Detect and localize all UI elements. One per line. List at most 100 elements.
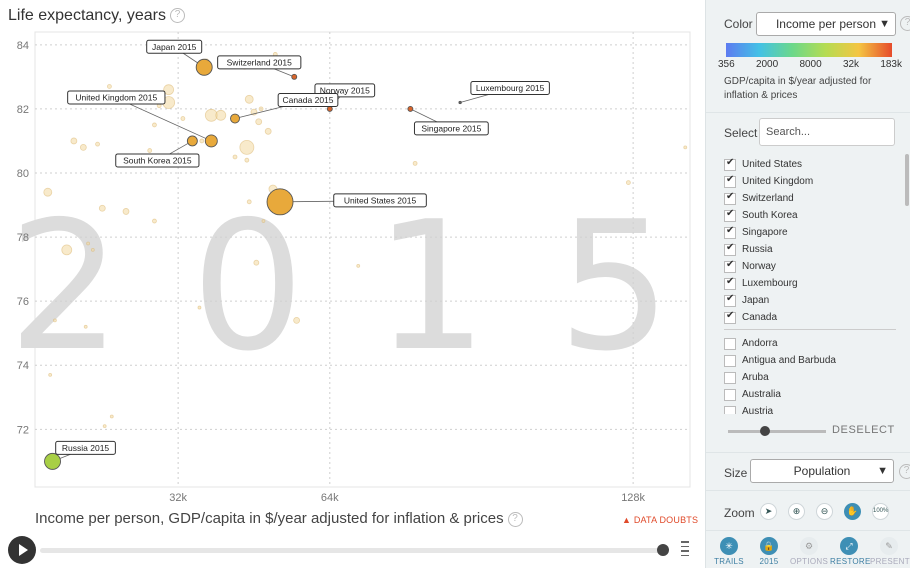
background-bubble[interactable]: [180, 116, 186, 121]
background-bubble[interactable]: [53, 318, 57, 323]
background-bubble[interactable]: [244, 157, 250, 163]
checkbox-unchecked[interactable]: [724, 337, 736, 350]
speed-icon[interactable]: [681, 538, 691, 560]
country-item[interactable]: Japan: [724, 292, 896, 309]
background-bubble[interactable]: [95, 141, 100, 147]
background-bubble[interactable]: [199, 138, 205, 144]
y-axis-title[interactable]: Life expectancy, years?: [8, 7, 186, 25]
background-bubble[interactable]: [83, 324, 88, 329]
country-bubble[interactable]: [266, 188, 294, 216]
checkbox-checked[interactable]: [724, 157, 736, 171]
country-item[interactable]: Aruba: [724, 369, 896, 386]
background-bubble[interactable]: [90, 247, 95, 252]
background-bubble[interactable]: [255, 118, 263, 126]
color-legend-gradient[interactable]: [726, 43, 892, 57]
background-bubble[interactable]: [293, 316, 301, 324]
background-bubble[interactable]: [107, 84, 112, 89]
checkbox-checked[interactable]: [724, 293, 736, 307]
background-bubble[interactable]: [109, 414, 114, 419]
2015-button[interactable]: 🔒 2015: [750, 537, 788, 566]
restore-button[interactable]: ⤢ RESTORE: [830, 537, 870, 566]
list-scrollbar[interactable]: [905, 154, 909, 206]
zoom-out-icon[interactable]: ⊖: [816, 503, 833, 520]
background-bubble[interactable]: [98, 204, 106, 212]
country-item[interactable]: Norway: [724, 258, 896, 275]
background-bubble[interactable]: [147, 148, 153, 153]
checkbox-checked[interactable]: [724, 191, 736, 205]
country-bubble[interactable]: [204, 134, 218, 148]
deselect-button[interactable]: DESELECT: [832, 424, 895, 436]
checkbox-unchecked[interactable]: [724, 405, 736, 414]
background-bubble[interactable]: [48, 372, 53, 377]
background-bubble[interactable]: [152, 218, 157, 224]
background-bubble[interactable]: [43, 187, 53, 197]
country-item[interactable]: United States: [724, 156, 896, 173]
cursor-icon[interactable]: ➤: [760, 503, 777, 520]
background-bubble[interactable]: [258, 106, 264, 112]
background-bubble[interactable]: [232, 154, 238, 160]
country-item[interactable]: Canada: [724, 309, 896, 326]
search-input[interactable]: [759, 118, 895, 146]
data-doubts-link[interactable]: ▲ DATA DOUBTS: [622, 515, 698, 525]
country-item[interactable]: Switzerland: [724, 190, 896, 207]
zoom-in-icon[interactable]: ⊕: [788, 503, 805, 520]
help-icon[interactable]: ?: [900, 16, 910, 31]
checkbox-unchecked[interactable]: [724, 388, 736, 401]
background-bubble[interactable]: [102, 424, 107, 429]
help-icon[interactable]: ?: [507, 511, 523, 527]
country-item[interactable]: United Kingdom: [724, 173, 896, 190]
timeline-slider[interactable]: [40, 548, 665, 553]
opacity-slider[interactable]: [728, 430, 826, 433]
checkbox-checked[interactable]: [724, 242, 736, 256]
options-button[interactable]: ⚙ OPTIONS: [790, 537, 828, 566]
background-bubble[interactable]: [197, 305, 202, 310]
background-bubble[interactable]: [79, 143, 87, 151]
help-icon[interactable]: ?: [899, 464, 910, 479]
size-dropdown[interactable]: Population ▼: [750, 459, 894, 483]
background-bubble[interactable]: [683, 145, 688, 150]
help-icon[interactable]: ?: [170, 8, 186, 24]
background-bubble[interactable]: [61, 244, 73, 256]
zoom-reset-button[interactable]: 100%: [872, 503, 889, 520]
country-bubble[interactable]: [186, 135, 198, 147]
country-bubble[interactable]: [326, 105, 333, 112]
play-button[interactable]: [8, 536, 36, 564]
checkbox-checked[interactable]: [724, 276, 736, 290]
background-bubble[interactable]: [264, 127, 272, 135]
background-bubble[interactable]: [244, 94, 254, 104]
country-bubble[interactable]: [195, 58, 213, 76]
checkbox-unchecked[interactable]: [724, 354, 736, 367]
background-bubble[interactable]: [239, 139, 255, 155]
background-bubble[interactable]: [152, 122, 157, 128]
country-item[interactable]: Andorra: [724, 335, 896, 352]
background-bubble[interactable]: [356, 264, 361, 268]
country-bubble[interactable]: [458, 100, 462, 105]
background-bubble[interactable]: [215, 109, 227, 121]
country-item[interactable]: Australia: [724, 386, 896, 403]
background-bubble[interactable]: [253, 259, 260, 266]
timeline-handle[interactable]: [657, 544, 669, 556]
background-bubble[interactable]: [261, 219, 266, 223]
opacity-slider-handle[interactable]: [760, 426, 770, 436]
country-bubble[interactable]: [407, 105, 414, 112]
country-item[interactable]: Russia: [724, 241, 896, 258]
background-bubble[interactable]: [86, 241, 90, 246]
background-bubble[interactable]: [70, 137, 78, 145]
country-bubble[interactable]: [44, 452, 61, 470]
checkbox-checked[interactable]: [724, 259, 736, 273]
country-item[interactable]: South Korea: [724, 207, 896, 224]
background-bubble[interactable]: [122, 208, 130, 215]
checkbox-checked[interactable]: [724, 174, 736, 188]
country-item[interactable]: Austria: [724, 403, 896, 414]
background-bubble[interactable]: [412, 160, 418, 166]
country-bubble[interactable]: [230, 113, 240, 124]
color-dropdown[interactable]: Income per person ▼: [756, 12, 896, 36]
country-item[interactable]: Singapore: [724, 224, 896, 241]
country-item[interactable]: Antigua and Barbuda: [724, 352, 896, 369]
country-bubble[interactable]: [291, 73, 298, 80]
checkbox-checked[interactable]: [724, 225, 736, 239]
background-bubble[interactable]: [625, 180, 631, 185]
x-axis-title[interactable]: Income per person, GDP/capita in $/year …: [35, 510, 523, 527]
checkbox-unchecked[interactable]: [724, 371, 736, 384]
trails-button[interactable]: ✳ TRAILS: [710, 537, 748, 566]
